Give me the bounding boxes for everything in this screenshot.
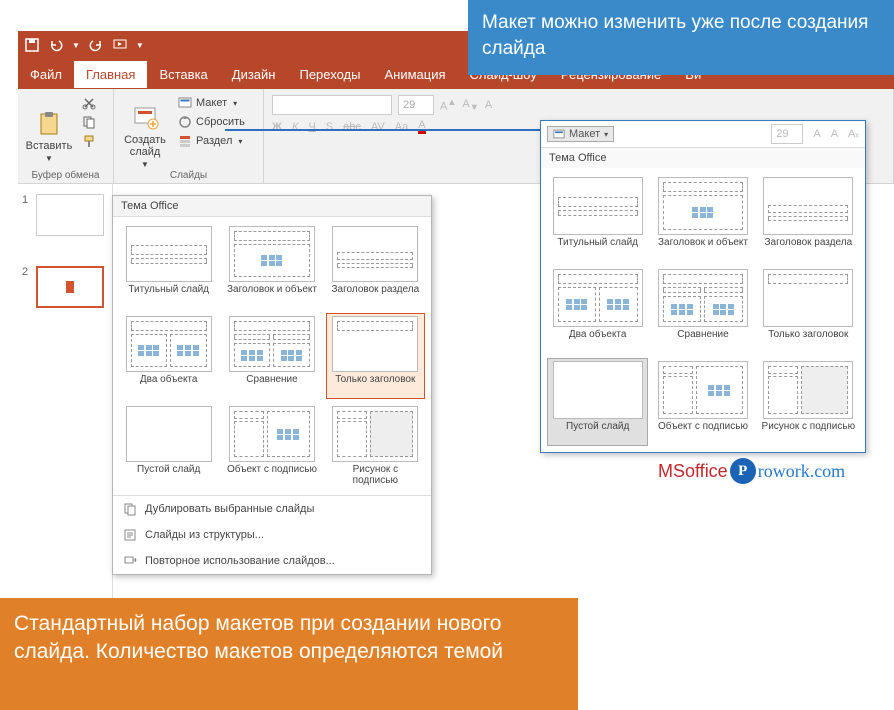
tab-insert[interactable]: Вставка xyxy=(147,61,219,88)
group-clipboard: Вставить ▼ Буфер обмена xyxy=(18,89,114,183)
undo-dropdown-icon[interactable]: ▼ xyxy=(72,41,80,50)
group-slides: Создать слайд ▼ Макет▾ Сбросить Раздел▾ … xyxy=(114,89,264,183)
gallery2-toolbar: Макет▾ A A Aₓ xyxy=(541,121,865,148)
layout-comparison[interactable]: Сравнение xyxy=(222,313,321,399)
layout-blank[interactable]: Пустой слайд xyxy=(119,403,218,489)
increase-font-icon[interactable]: A▲ xyxy=(440,97,456,113)
watermark: MSoffice P rowork.com xyxy=(658,458,845,484)
paste-label: Вставить xyxy=(26,140,73,152)
slides-from-outline-item[interactable]: Слайды из структуры... xyxy=(113,522,431,548)
format-painter-button[interactable] xyxy=(78,133,100,149)
paste-button[interactable]: Вставить ▼ xyxy=(24,93,74,179)
callout-blue: Макет можно изменить уже после создания … xyxy=(468,0,894,75)
undo-icon[interactable] xyxy=(48,37,64,53)
reuse-slides-item[interactable]: Повторное использование слайдов... xyxy=(113,548,431,574)
slide-thumbnail xyxy=(36,266,104,308)
decrease-font-icon: A xyxy=(831,128,838,140)
quick-access-toolbar: ▼ ▼ xyxy=(18,31,468,59)
slides-group-label: Слайды xyxy=(114,170,263,181)
gallery-footer: Дублировать выбранные слайды Слайды из с… xyxy=(113,495,431,574)
layout-title-content[interactable]: Заголовок и объект xyxy=(652,174,753,262)
tab-home[interactable]: Главная xyxy=(74,61,147,88)
new-slide-gallery: Тема Office Титульный слайд Заголовок и … xyxy=(112,195,432,575)
reset-button[interactable]: Сбросить xyxy=(174,114,249,130)
chevron-down-icon: ▼ xyxy=(45,154,53,163)
layout-blank[interactable]: Пустой слайд xyxy=(547,358,648,446)
increase-font-icon: A xyxy=(813,128,820,140)
layout-content-caption[interactable]: Объект с подписью xyxy=(222,403,321,489)
gallery2-header: Тема Office xyxy=(541,148,865,168)
qat-customize-icon[interactable]: ▼ xyxy=(136,41,144,50)
section-button[interactable]: Раздел▾ xyxy=(174,133,249,149)
layout-dropdown-button[interactable]: Макет▾ xyxy=(547,126,614,142)
layout-section-header[interactable]: Заголовок раздела xyxy=(326,223,425,309)
font-size-combo[interactable] xyxy=(398,95,434,115)
font-family-combo[interactable] xyxy=(272,95,392,115)
layout-content-caption[interactable]: Объект с подписью xyxy=(652,358,753,446)
slide-thumbnail xyxy=(36,194,104,236)
layout-picture-caption[interactable]: Рисунок с подписью xyxy=(326,403,425,489)
arrow-annotation xyxy=(225,129,543,131)
callout-orange: Стандартный набор макетов при создании н… xyxy=(0,598,578,710)
layout-section-header[interactable]: Заголовок раздела xyxy=(758,174,859,262)
redo-icon[interactable] xyxy=(88,37,104,53)
layout-two-content[interactable]: Два объекта xyxy=(547,266,648,354)
decrease-font-icon[interactable]: A▼ xyxy=(462,98,478,112)
layout-two-content[interactable]: Два объекта xyxy=(119,313,218,399)
gallery-header: Тема Office xyxy=(113,196,431,217)
new-slide-button[interactable]: Создать слайд ▼ xyxy=(120,93,170,179)
chevron-down-icon: ▼ xyxy=(141,160,149,169)
layout-title-slide[interactable]: Титульный слайд xyxy=(119,223,218,309)
slide-thumb-1[interactable]: 1 xyxy=(18,184,112,256)
layout-title-content[interactable]: Заголовок и объект xyxy=(222,223,321,309)
layout-gallery: Макет▾ A A Aₓ Тема Office Титульный слай… xyxy=(540,120,866,453)
layout-comparison[interactable]: Сравнение xyxy=(652,266,753,354)
layout-picture-caption[interactable]: Рисунок с подписью xyxy=(758,358,859,446)
clear-formatting-icon[interactable]: A xyxy=(485,99,492,111)
save-icon[interactable] xyxy=(24,37,40,53)
tab-transitions[interactable]: Переходы xyxy=(287,61,372,88)
clear-icon: Aₓ xyxy=(848,128,859,140)
tab-design[interactable]: Дизайн xyxy=(220,61,288,88)
font-size-combo-2[interactable] xyxy=(771,124,803,144)
layout-title-only[interactable]: Только заголовок xyxy=(326,313,425,399)
cut-button[interactable] xyxy=(78,95,100,111)
layout-title-slide[interactable]: Титульный слайд xyxy=(547,174,648,262)
slide-thumb-2[interactable]: 2 xyxy=(18,256,112,328)
tab-file[interactable]: Файл xyxy=(18,61,74,88)
layout-button[interactable]: Макет▾ xyxy=(174,95,249,111)
clipboard-group-label: Буфер обмена xyxy=(18,170,113,181)
tab-animations[interactable]: Анимация xyxy=(372,61,457,88)
layout-title-only[interactable]: Только заголовок xyxy=(758,266,859,354)
new-slide-label: Создать слайд xyxy=(120,134,170,158)
copy-button[interactable] xyxy=(78,114,100,130)
duplicate-slides-item[interactable]: Дублировать выбранные слайды xyxy=(113,496,431,522)
font-color-button[interactable]: A xyxy=(418,119,425,134)
slideshow-from-start-icon[interactable] xyxy=(112,37,128,53)
